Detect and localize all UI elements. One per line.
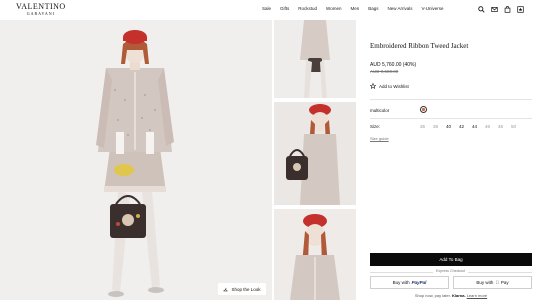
- wishlist-icon[interactable]: [516, 5, 524, 13]
- nav-item-rockstud[interactable]: Rockstud: [298, 6, 317, 11]
- search-icon[interactable]: [477, 5, 485, 13]
- size-option[interactable]: 50: [507, 124, 520, 129]
- express-checkout-label: Express Checkout: [433, 269, 469, 273]
- thumbnail-gallery: [274, 20, 356, 300]
- header-icons: [477, 5, 524, 13]
- divider: [370, 99, 532, 100]
- apple-pay-prefix: Buy with: [476, 280, 494, 285]
- klarna-banner: Shop now, pay later. Klarna. Learn more: [370, 293, 532, 298]
- apple-icon: : [495, 280, 498, 285]
- bag-icon[interactable]: [503, 5, 511, 13]
- klarna-text: Shop now, pay later.: [414, 293, 451, 298]
- size-option[interactable]: 48: [494, 124, 507, 129]
- product-title: Embroidered Ribbon Tweed Jacket: [370, 42, 469, 50]
- main-nav: Sale Gifts Rockstud Women Men Bags New A…: [262, 6, 453, 11]
- nav-item-v-universe[interactable]: V-Universe: [422, 6, 444, 11]
- size-option[interactable]: 42: [455, 124, 468, 129]
- paypal-logo: PayPal: [411, 280, 427, 285]
- paypal-prefix: Buy with: [392, 280, 410, 285]
- thumbnail-1-image: [274, 20, 356, 98]
- paypal-button[interactable]: Buy with PayPal: [370, 276, 449, 289]
- thumbnail-2[interactable]: [274, 102, 356, 205]
- nav-item-bags[interactable]: Bags: [368, 6, 378, 11]
- product-old-price: AUD 9,600.00: [370, 69, 399, 74]
- hanger-icon: [223, 287, 229, 291]
- apple-pay-logo: Pay: [499, 280, 509, 285]
- color-label: multicolor: [370, 108, 390, 113]
- nav-item-sale[interactable]: Sale: [262, 6, 271, 11]
- thumbnail-3[interactable]: [274, 209, 356, 300]
- nav-item-men[interactable]: Men: [350, 6, 359, 11]
- size-option[interactable]: 44: [468, 124, 481, 129]
- apple-pay-button[interactable]: Buy with  Pay: [453, 276, 532, 289]
- size-option[interactable]: 36: [416, 124, 429, 129]
- site-header: VALENTINO GARAVANI Sale Gifts Rockstud W…: [0, 0, 540, 20]
- add-to-wishlist-button[interactable]: Add to Wishlist: [370, 83, 409, 89]
- product-details: Embroidered Ribbon Tweed Jacket AUD 5,76…: [370, 20, 540, 300]
- size-label: Size:: [370, 124, 381, 129]
- size-selector: 36 38 40 42 44 46 48 50: [416, 124, 520, 129]
- shop-the-look-label: Shop the Look: [231, 286, 261, 292]
- product-price: AUD 5,760.00 (40%): [370, 62, 417, 68]
- wishlist-label: Add to Wishlist: [379, 83, 409, 89]
- size-option[interactable]: 38: [429, 124, 442, 129]
- size-option[interactable]: 40: [442, 124, 455, 129]
- star-icon: [370, 83, 376, 89]
- nav-item-women[interactable]: Women: [326, 6, 341, 11]
- account-icon[interactable]: [490, 5, 498, 13]
- size-guide-link[interactable]: Size guide: [370, 136, 389, 141]
- klarna-logo: Klarna.: [452, 293, 466, 298]
- shop-the-look-button[interactable]: Shop the Look: [218, 283, 266, 295]
- thumbnail-1[interactable]: [274, 20, 356, 98]
- brand-sub: GARAVANI: [26, 11, 55, 16]
- thumbnail-2-image: [274, 102, 356, 205]
- add-to-bag-button[interactable]: Add To Bag: [370, 253, 532, 266]
- nav-item-gifts[interactable]: Gifts: [280, 6, 289, 11]
- express-payment-buttons: Buy with PayPal Buy with  Pay: [370, 276, 532, 289]
- divider: [370, 118, 532, 119]
- brand-name: VALENTINO: [16, 2, 66, 11]
- size-option[interactable]: 46: [481, 124, 494, 129]
- nav-item-new-arrivals[interactable]: New Arrivals: [388, 6, 413, 11]
- main-product-image[interactable]: Shop the Look: [0, 20, 272, 300]
- color-swatch-multicolor[interactable]: [420, 106, 427, 113]
- thumbnail-3-image: [274, 209, 356, 300]
- klarna-learn-more-link[interactable]: Learn more: [467, 293, 487, 298]
- model-illustration: [0, 20, 272, 300]
- express-checkout-divider: Express Checkout: [370, 269, 532, 275]
- brand-logo[interactable]: VALENTINO GARAVANI: [16, 3, 66, 16]
